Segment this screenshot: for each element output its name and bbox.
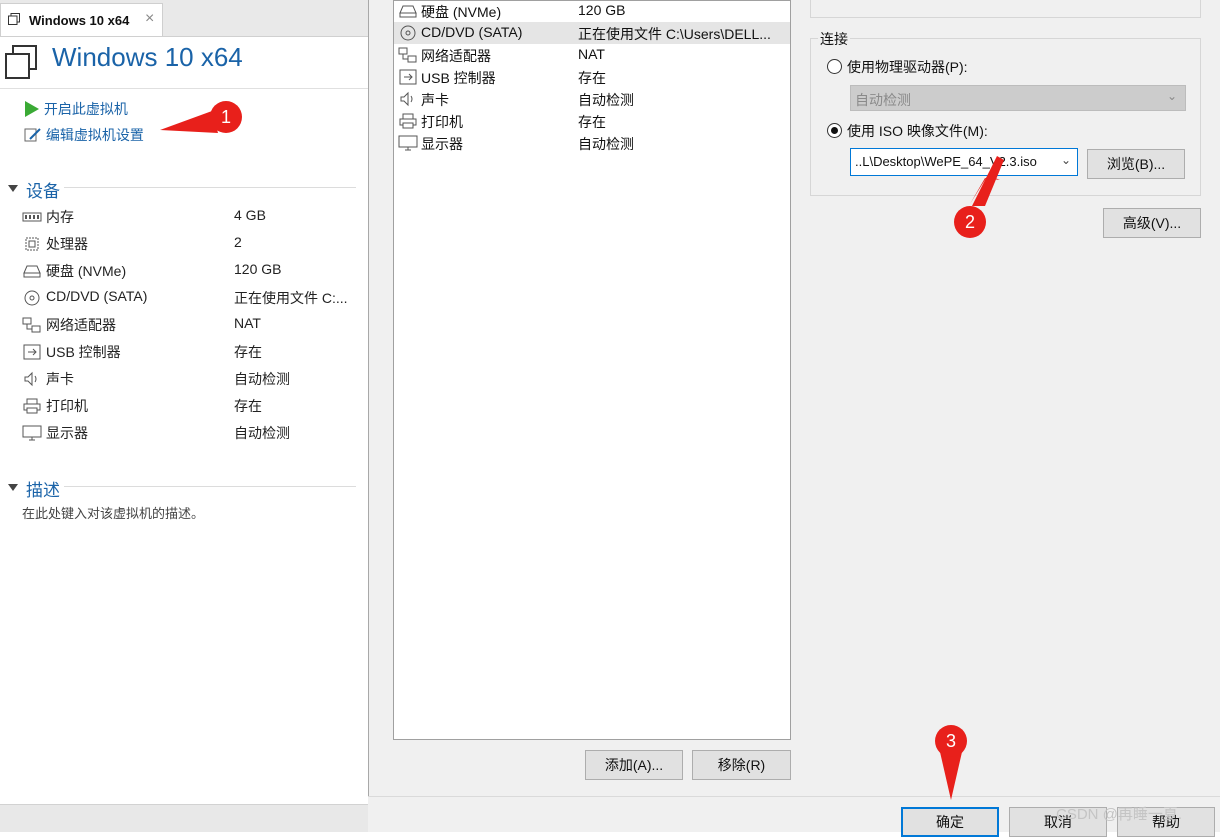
watermark: CSDN @再睡一夏. xyxy=(1056,806,1183,823)
annotation-badge-3: 3 xyxy=(935,725,967,757)
annotation-arrow-3 xyxy=(940,752,962,800)
annotation-arrows xyxy=(160,111,1004,800)
annotation-badge-2: 2 xyxy=(954,206,986,238)
annotation-badge-1: 1 xyxy=(210,101,242,133)
annotation-arrow-2 xyxy=(972,156,1004,206)
